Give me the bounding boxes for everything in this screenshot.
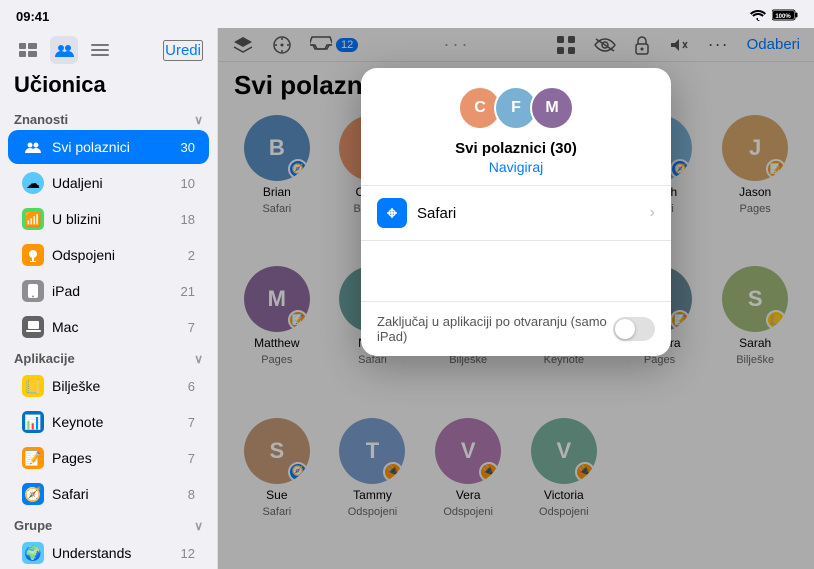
understands-label: Understands [52,545,181,561]
udaljeni-label: Udaljeni [52,175,181,191]
ipad-label: iPad [52,283,181,299]
keynote-label: Keynote [52,414,188,430]
wifi-icon [750,9,766,24]
sidebar-item-ipad[interactable]: iPad 21 [8,274,209,308]
main-layout: Uredi Učionica Znanosti ∨ Svi polaznici … [0,28,814,569]
modal-dialog: CFM Svi polaznici (30) Navigiraj Safari … [361,68,671,356]
modal-group-label: Svi polaznici (30) [455,140,577,157]
modal-overlay: CFM Svi polaznici (30) Navigiraj Safari … [218,28,814,569]
pages-count: 7 [188,451,195,466]
sidebar-title: Učionica [0,68,217,106]
modal-top: CFM Svi polaznici (30) Navigiraj [361,68,671,186]
edit-button[interactable]: Uredi [163,40,203,61]
section-label-grupe[interactable]: Grupe ∨ [0,512,217,535]
modal-navigiraj-button[interactable]: Navigiraj [489,159,543,175]
modal-toggle-knob [615,319,635,339]
modal-toggle[interactable] [613,317,655,341]
apps-chevron: ∨ [194,352,203,366]
sidebar-item-keynote[interactable]: 📊 Keynote 7 [8,405,209,439]
sidebar-item-safari[interactable]: 🧭 Safari 8 [8,477,209,511]
svi-polaznici-label: Svi polaznici [52,139,181,155]
safari-count: 8 [188,487,195,502]
odspojeni-count: 2 [188,248,195,263]
u-blizini-label: U blizini [52,211,181,227]
pages-label: Pages [52,450,188,466]
modal-bottom: Zaključaj u aplikaciji po otvaranju (sam… [361,301,671,356]
sidebar-people-icon[interactable] [50,36,78,64]
sidebar-view-icons [14,36,114,64]
svi-polaznici-count: 30 [181,140,195,155]
status-icons: 100% [750,9,798,24]
sidebar-grid-icon[interactable] [14,36,42,64]
biljeke-icon: 📒 [22,375,44,397]
ipad-count: 21 [181,284,195,299]
sidebar-item-pages[interactable]: 📝 Pages 7 [8,441,209,475]
sidebar-item-u-blizini[interactable]: 📶 U blizini 18 [8,202,209,236]
odspojeni-icon [22,244,44,266]
keynote-count: 7 [188,415,195,430]
modal-safari-item[interactable]: Safari › [361,186,671,241]
sidebar: Uredi Učionica Znanosti ∨ Svi polaznici … [0,28,218,569]
safari-label: Safari [52,486,188,502]
modal-safari-label: Safari [417,205,650,222]
sidebar-list-icon[interactable] [86,36,114,64]
mac-count: 7 [188,320,195,335]
section-label-science[interactable]: Znanosti ∨ [0,106,217,129]
status-time: 09:41 [16,9,49,24]
svg-text:100%: 100% [775,14,791,20]
understands-count: 12 [181,546,195,561]
modal-avatar-2: M [530,86,574,130]
sidebar-item-odspojeni[interactable]: Odspojeni 2 [8,238,209,272]
modal-spacer [361,241,671,301]
mac-label: Mac [52,319,188,335]
modal-avatar-group: CFM [458,86,574,130]
battery-icon: 100% [772,9,798,24]
u-blizini-icon: 📶 [22,208,44,230]
biljeke-label: Bilješke [52,378,188,394]
modal-safari-icon [377,198,407,228]
modal-lock-label: Zaključaj u aplikaciji po otvaranju (sam… [377,314,613,344]
pages-icon: 📝 [22,447,44,469]
sidebar-item-mac[interactable]: Mac 7 [8,310,209,344]
understands-icon: 🌍 [22,542,44,564]
ipad-icon [22,280,44,302]
status-bar: 09:41 100% [0,0,814,28]
grupe-chevron: ∨ [194,519,203,533]
u-blizini-count: 18 [181,212,195,227]
section-label-apps[interactable]: Aplikacije ∨ [0,345,217,368]
mac-icon [22,316,44,338]
modal-safari-chevron: › [650,204,655,222]
udaljeni-icon: ☁ [22,172,44,194]
svi-polaznici-icon [22,136,44,158]
keynote-icon: 📊 [22,411,44,433]
sidebar-header: Uredi [0,28,217,68]
sidebar-item-understands[interactable]: 🌍 Understands 12 [8,536,209,569]
safari-icon: 🧭 [22,483,44,505]
sidebar-item-biljeke[interactable]: 📒 Bilješke 6 [8,369,209,403]
sidebar-item-svi-polaznici[interactable]: Svi polaznici 30 [8,130,209,164]
science-chevron: ∨ [194,113,203,127]
odspojeni-label: Odspojeni [52,247,188,263]
sidebar-item-udaljeni[interactable]: ☁ Udaljeni 10 [8,166,209,200]
udaljeni-count: 10 [181,176,195,191]
content-area: 12 ··· [218,28,814,569]
biljeke-count: 6 [188,379,195,394]
